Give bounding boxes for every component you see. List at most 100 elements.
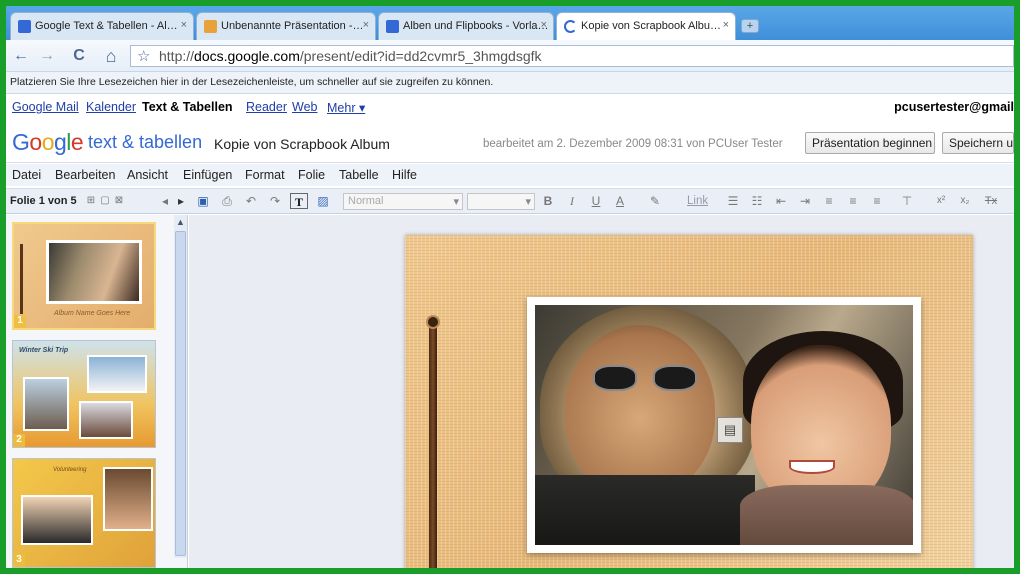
person-jacket [535,475,755,545]
subscript-icon[interactable]: x₂ [956,193,974,209]
next-slide-icon[interactable]: ▸ [172,193,190,209]
thumb-caption: Volunteering [53,467,87,473]
forward-button[interactable]: → [36,45,58,67]
new-tab-button[interactable]: + [741,19,759,33]
scrollbar-thumb[interactable] [175,231,186,556]
change-image-icon[interactable]: ▤ [717,417,743,443]
editor-toolbar: Folie 1 von 5 ⊞ ▢ ⊠ ◂ ▸ ▣ ⎙ ↶ ↷ T ▨ Norm… [6,188,1014,214]
sunglasses [593,365,703,393]
back-button[interactable]: ← [10,45,32,67]
save-button[interactable]: Speichern u [942,132,1014,154]
align-right-icon[interactable]: ≡ [868,193,886,209]
link-reader[interactable]: Reader [246,100,287,114]
decrease-indent-icon[interactable]: ⇤ [772,193,790,209]
thumb-caption: Winter Ski Trip [19,347,69,354]
align-left-icon[interactable]: ≡ [820,193,838,209]
link-calendar[interactable]: Kalender [86,100,136,114]
save-icon[interactable]: ▣ [194,193,212,209]
slide-canvas[interactable]: ▤ [189,215,1014,568]
app-header: Google text & tabellen Kopie von Scrapbo… [6,119,1014,163]
font-style-select[interactable]: Normal [343,193,463,210]
print-icon[interactable]: ⎙ [218,193,236,209]
link-google-mail[interactable]: Google Mail [12,100,79,114]
link-web[interactable]: Web [292,100,317,114]
text-color-icon[interactable]: A [611,193,629,209]
menu-file[interactable]: Datei [12,168,41,182]
align-center-icon[interactable]: ≡ [844,193,862,209]
bookmark-star-icon[interactable]: ☆ [137,47,150,65]
menu-insert[interactable]: Einfügen [183,168,232,182]
link-more[interactable]: Mehr ▾ [327,100,365,115]
google-docs-icon [386,20,399,33]
slide-number: 3 [13,554,25,567]
vertical-align-icon[interactable]: ⊤ [898,193,916,209]
tab-scrapbook-copy[interactable]: Kopie von Scrapbook Albu… × [556,12,736,41]
tab-albums[interactable]: Alben und Flipbooks - Vorla… × [378,12,554,40]
superscript-icon[interactable]: x² [932,193,950,209]
close-icon[interactable]: × [541,19,547,31]
document-title[interactable]: Kopie von Scrapbook Album [214,136,390,152]
product-name: text & tabellen [88,132,203,152]
slide-panel-scrollbar[interactable]: ▲ [174,215,187,558]
binding-hole [426,315,440,329]
slide-thumbnail-1[interactable]: Album Name Goes Here 1 [12,222,156,330]
loading-icon [564,20,577,33]
reload-button[interactable]: C [68,45,90,67]
current-slide[interactable]: ▤ [405,235,973,568]
delete-slide-icon[interactable]: ⊠ [110,193,128,209]
tab-untitled-presentation[interactable]: Unbenannte Präsentation -… × [196,12,376,40]
address-bar[interactable]: ☆ http://docs.google.com/present/edit?id… [130,45,1014,67]
menu-format[interactable]: Format [245,168,285,182]
person-face [565,325,715,495]
url-host: docs.google.com [194,48,300,64]
clear-format-icon[interactable]: Tx [982,193,1000,209]
close-icon[interactable]: × [181,19,187,31]
font-size-select[interactable] [467,193,535,210]
slide-number: 2 [13,434,25,447]
undo-icon[interactable]: ↶ [242,193,260,209]
numbered-list-icon[interactable]: ☰ [724,193,742,209]
close-icon[interactable]: × [723,19,729,31]
menu-help[interactable]: Hilfe [392,168,417,182]
menu-table[interactable]: Tabelle [339,168,379,182]
url-path: /present/edit?id=dd2cvmr5_3hmgdsgfk [299,48,542,64]
insert-text-icon[interactable]: T [290,193,308,209]
home-button[interactable]: ⌂ [100,45,122,67]
italic-icon[interactable]: I [563,193,581,209]
user-email[interactable]: pcusertester@gmail [894,100,1014,114]
slide-photo[interactable]: ▤ [527,297,921,553]
redo-icon[interactable]: ↷ [266,193,284,209]
menu-view[interactable]: Ansicht [127,168,168,182]
photo-image: ▤ [535,305,913,545]
presentation-icon [204,20,217,33]
bold-icon[interactable]: B [539,193,557,209]
underline-icon[interactable]: U [587,193,605,209]
url-prefix: http:// [159,48,195,64]
thumb-caption: Album Name Goes Here [54,310,131,317]
highlight-color-icon[interactable]: ✎ [646,193,664,209]
tab-strip: Google Text & Tabellen - Al… × Unbenannt… [6,6,1014,41]
insert-image-icon[interactable]: ▨ [314,193,332,209]
tab-google-docs[interactable]: Google Text & Tabellen - Al… × [10,12,194,40]
slide-counter: Folie 1 von 5 [10,195,77,207]
insert-link[interactable]: Link [687,195,708,207]
slide-thumbnail-3[interactable]: Volunteering 3 [12,458,156,568]
thumb-photo [103,467,153,531]
thumb-photo [23,377,69,431]
thumb-photo [46,240,142,304]
binding-string [429,319,437,568]
google-logo[interactable]: Google [12,129,84,156]
increase-indent-icon[interactable]: ⇥ [796,193,814,209]
close-icon[interactable]: × [363,19,369,31]
thumb-photo [87,355,147,393]
slide-thumbnail-2[interactable]: Winter Ski Trip 2 [12,340,156,448]
start-presentation-button[interactable]: Präsentation beginnen [805,132,935,154]
tab-label: Unbenannte Präsentation -… [221,20,364,32]
tab-label: Alben und Flipbooks - Vorla… [403,20,549,32]
menu-slide[interactable]: Folie [298,168,325,182]
bookmarks-bar: Platzieren Sie Ihre Lesezeichen hier in … [6,72,1014,94]
menu-edit[interactable]: Bearbeiten [55,168,115,182]
current-product: Text & Tabellen [142,100,233,114]
scroll-up-icon[interactable]: ▲ [174,217,187,229]
bulleted-list-icon[interactable]: ☷ [748,193,766,209]
